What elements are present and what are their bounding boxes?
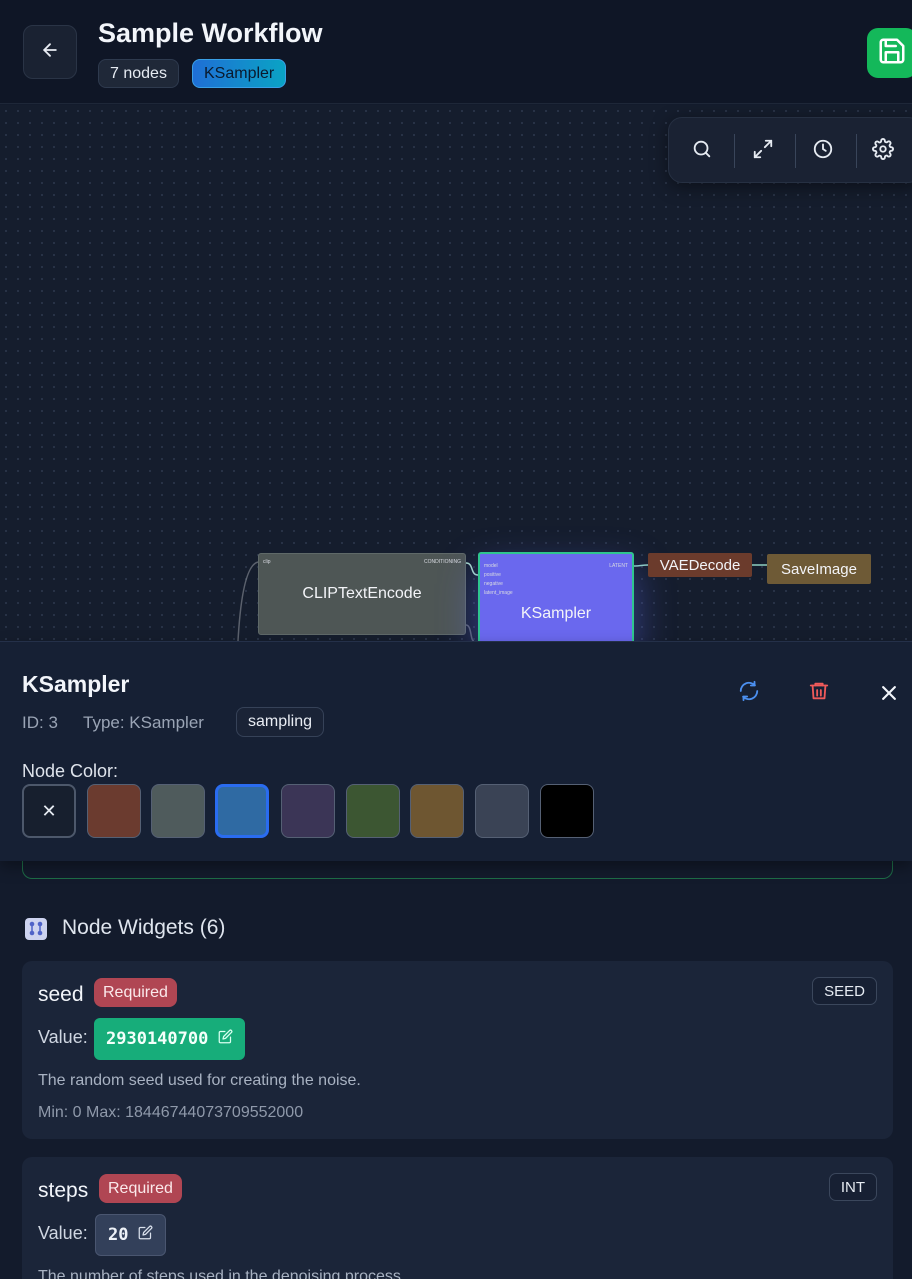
node-title: CLIPTextEncode xyxy=(302,585,422,602)
search-icon xyxy=(691,138,713,165)
seed-value-field[interactable]: 2930140700 xyxy=(94,1018,246,1060)
node-cliptextencode[interactable]: clip CONDITIONING CLIPTextEncode xyxy=(258,553,466,635)
sliders-icon xyxy=(24,917,48,941)
port-label-output: CONDITIONING xyxy=(424,559,461,565)
value-label: Value: xyxy=(38,1027,88,1047)
node-title: KSampler xyxy=(520,605,592,622)
steps-value-field[interactable]: 20 xyxy=(95,1214,167,1256)
fit-view-button[interactable] xyxy=(747,135,779,167)
expand-icon xyxy=(752,138,774,165)
color-swatch-purple[interactable] xyxy=(281,784,335,838)
node-title: SaveImage xyxy=(781,560,857,578)
save-button[interactable] xyxy=(867,28,912,78)
value-text: 2930140700 xyxy=(106,1029,209,1049)
close-icon xyxy=(879,683,899,708)
toolbar-divider xyxy=(734,134,735,168)
clock-icon xyxy=(812,138,834,165)
port-label-output: LATENT xyxy=(609,563,628,569)
value-label: Value: xyxy=(38,1223,88,1243)
panel-node-title: KSampler xyxy=(22,671,130,697)
color-swatch-brown[interactable] xyxy=(87,784,141,838)
color-swatch-black[interactable] xyxy=(540,784,594,838)
color-swatch-gray-green[interactable] xyxy=(151,784,205,838)
widgets-section-title: Node Widgets (6) xyxy=(62,916,226,939)
color-swatch-green[interactable] xyxy=(346,784,400,838)
node-ksampler[interactable]: model positive negative latent_image LAT… xyxy=(478,552,634,641)
workflow-canvas[interactable]: clip CONDITIONING CLIPTextEncode model p… xyxy=(0,105,912,641)
category-badge: sampling xyxy=(236,707,325,737)
port-label-input: model xyxy=(484,563,498,569)
back-button[interactable] xyxy=(23,25,77,79)
color-swatch-slate[interactable] xyxy=(475,784,529,838)
widget-type-badge: SEED xyxy=(812,977,877,1005)
color-swatch-none[interactable]: ✕ xyxy=(22,784,76,838)
close-panel-button[interactable] xyxy=(876,682,902,708)
app-header: Sample Workflow 7 nodes KSampler xyxy=(0,0,912,104)
settings-button[interactable] xyxy=(867,135,899,167)
selected-type-badge: KSampler xyxy=(192,59,287,88)
widget-name: steps xyxy=(38,1179,89,1202)
canvas-toolbar xyxy=(668,117,912,183)
trash-icon xyxy=(808,680,830,707)
widget-range: Min: 0 Max: 18446744073709552000 xyxy=(38,1104,304,1121)
widget-description: The number of steps used in the denoisin… xyxy=(38,1268,406,1279)
edit-icon xyxy=(138,1225,153,1245)
x-icon: ✕ xyxy=(41,800,57,821)
widget-name: seed xyxy=(38,983,84,1006)
port-label-input: positive xyxy=(484,572,501,578)
delete-node-button[interactable] xyxy=(806,680,832,706)
node-color-label: Node Color: xyxy=(22,761,119,781)
required-badge: Required xyxy=(94,978,177,1007)
node-saveimage[interactable]: SaveImage xyxy=(767,554,871,584)
node-details-panel: KSampler ID: 3 Type: KSampler sampling N… xyxy=(0,641,912,861)
color-swatch-blue[interactable] xyxy=(215,784,269,838)
widget-description: The random seed used for creating the no… xyxy=(38,1072,361,1089)
port-label-input: clip xyxy=(263,559,271,565)
arrow-left-icon xyxy=(40,40,60,65)
toolbar-divider xyxy=(856,134,857,168)
node-count-badge: 7 nodes xyxy=(98,59,179,88)
toolbar-divider xyxy=(795,134,796,168)
refresh-button[interactable] xyxy=(736,680,762,706)
node-id: ID: 3 xyxy=(22,713,58,732)
widget-card-steps: steps Required INT Value: 20 The number … xyxy=(22,1157,893,1279)
node-vaedecode[interactable]: VAEDecode xyxy=(648,553,752,577)
save-icon xyxy=(877,36,907,71)
workflow-title: Sample Workflow xyxy=(98,18,323,48)
widget-type-badge: INT xyxy=(828,1173,877,1201)
search-tool-button[interactable] xyxy=(686,135,718,167)
widget-card-seed: seed Required SEED Value: 2930140700 The… xyxy=(22,961,893,1139)
port-label-input: negative xyxy=(484,581,503,587)
refresh-icon xyxy=(738,680,760,707)
node-type: Type: KSampler xyxy=(83,713,204,732)
history-button[interactable] xyxy=(807,135,839,167)
port-label-input: latent_image xyxy=(484,590,513,596)
required-badge: Required xyxy=(99,1174,182,1203)
gear-icon xyxy=(872,137,894,165)
color-swatch-yellow[interactable] xyxy=(410,784,464,838)
value-text: 20 xyxy=(108,1225,129,1245)
node-title: VAEDecode xyxy=(659,556,741,574)
edit-icon xyxy=(218,1029,233,1049)
